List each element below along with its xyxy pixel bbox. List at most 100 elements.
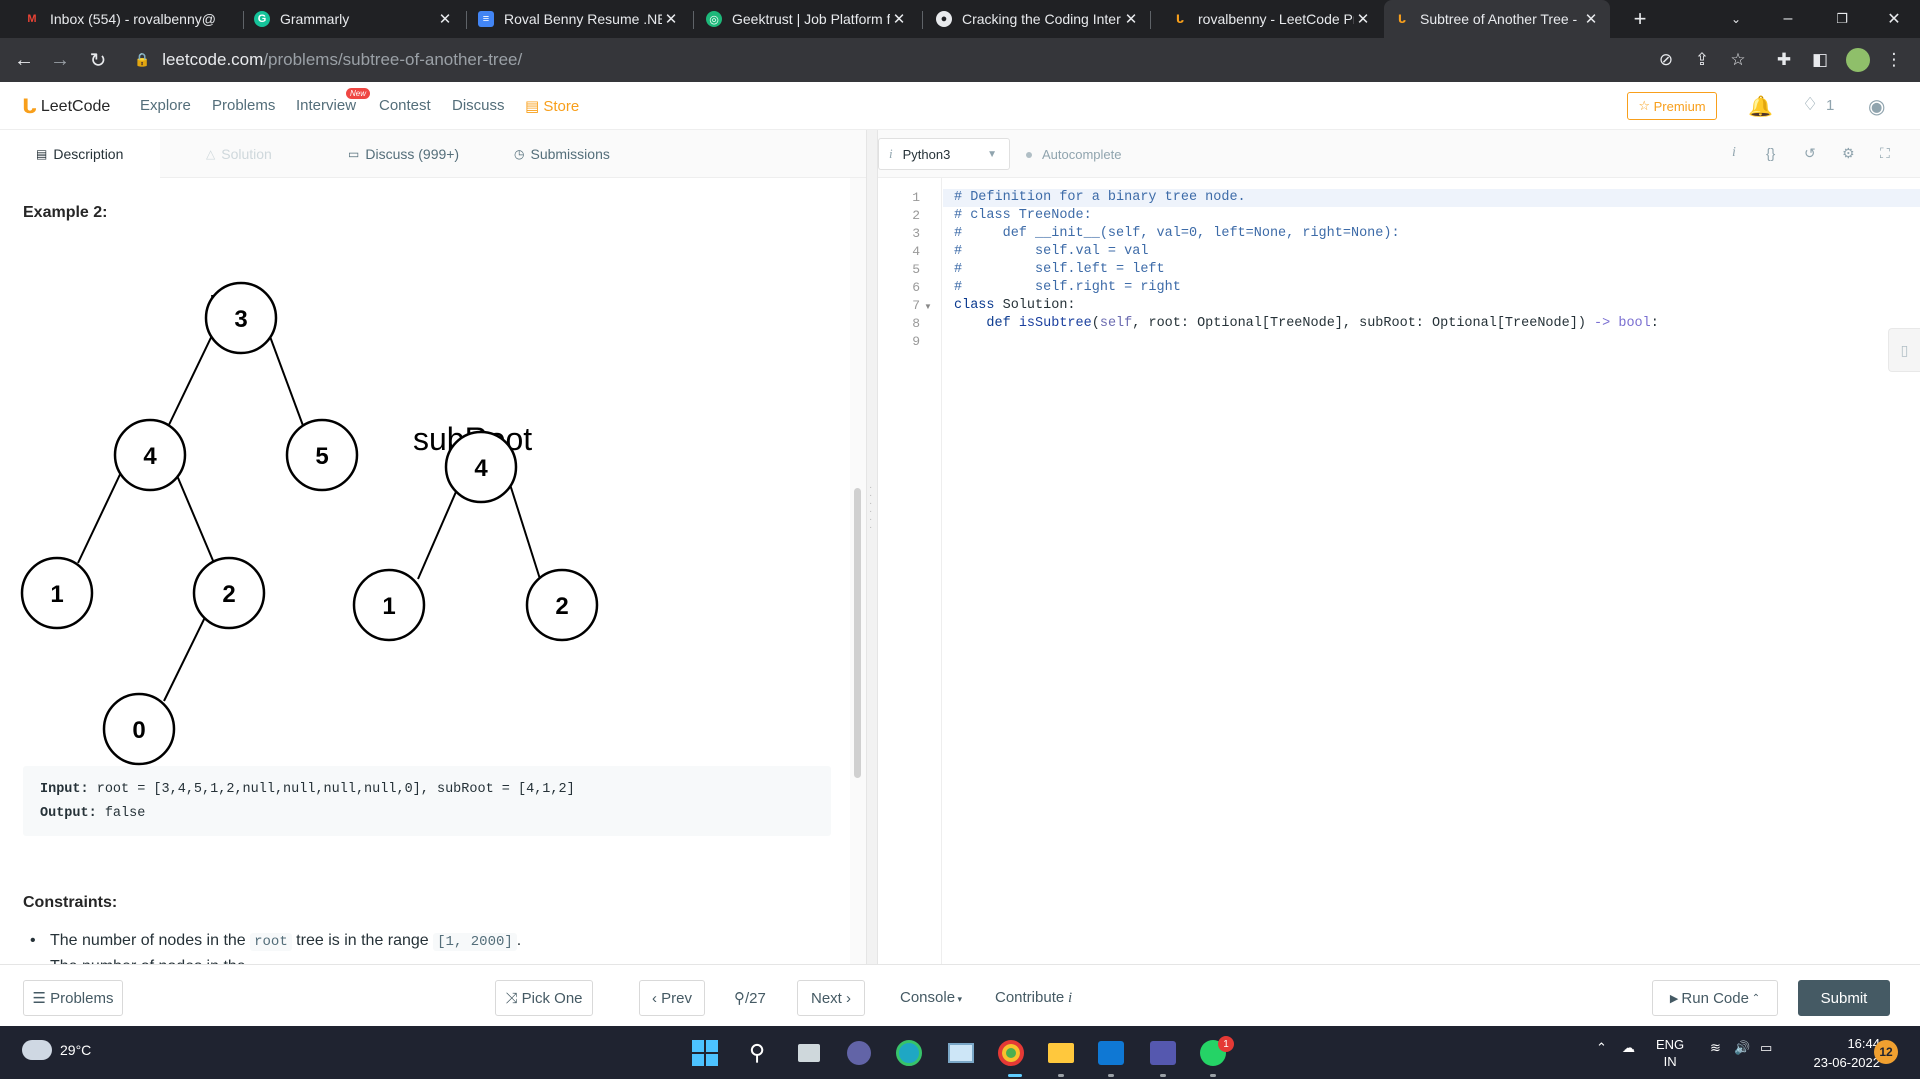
onedrive-cloud-icon[interactable]: ☁ bbox=[1622, 1040, 1635, 1056]
tab-solution[interactable]: △ Solution bbox=[206, 130, 272, 178]
nav-problems[interactable]: Problems bbox=[212, 97, 275, 114]
pane-resize-handle[interactable] bbox=[866, 130, 878, 964]
nav-interview[interactable]: Interview bbox=[296, 97, 356, 114]
close-window-icon[interactable]: ✕ bbox=[1866, 0, 1920, 38]
chevron-right-icon: › bbox=[841, 989, 851, 1007]
node-value: 3 bbox=[234, 306, 247, 333]
eye-off-icon[interactable]: ⊘ bbox=[1654, 48, 1678, 72]
settings-gear-icon[interactable]: ⚙ bbox=[1842, 145, 1855, 162]
teams-chat-icon[interactable] bbox=[844, 1038, 874, 1068]
forward-icon[interactable]: → bbox=[46, 46, 74, 74]
language-select[interactable]: i Python3 ▼ bbox=[878, 138, 1010, 170]
close-tab-icon[interactable]: ✕ bbox=[1122, 10, 1140, 28]
chrome-browser-icon[interactable] bbox=[996, 1038, 1026, 1068]
close-tab-icon[interactable]: ✕ bbox=[1354, 10, 1372, 28]
restore-icon[interactable]: ❐ bbox=[1814, 0, 1870, 38]
tab-grammarly[interactable]: G Grammarly ✕ bbox=[244, 0, 464, 38]
tab-cracking[interactable]: ● Cracking the Coding Inter ✕ bbox=[926, 0, 1150, 38]
notes-side-handle[interactable]: ▯ bbox=[1888, 328, 1920, 372]
info-icon[interactable]: i bbox=[1732, 145, 1736, 161]
system-clock[interactable]: 16:44 23-06-2022 bbox=[1790, 1034, 1881, 1072]
nav-discuss[interactable]: Discuss bbox=[452, 97, 505, 114]
pick-one-button[interactable]: ⤨ Pick One bbox=[495, 980, 593, 1016]
weather-widget[interactable]: 29°C bbox=[22, 1040, 91, 1060]
bookmark-star-icon[interactable]: ☆ bbox=[1726, 48, 1750, 72]
braces-icon[interactable]: {} bbox=[1766, 145, 1775, 161]
tab-leetcode-profile[interactable]: ᒐ rovalbenny - LeetCode Pr ✕ bbox=[1162, 0, 1382, 38]
tab-description[interactable]: ▤ Description bbox=[0, 130, 160, 178]
line-number: 5 bbox=[912, 262, 920, 277]
run-code-button[interactable]: ▶ Run Code ⌃ bbox=[1652, 980, 1778, 1016]
description-icon: ▤ bbox=[36, 147, 48, 161]
constraint-item: The number of nodes in the root tree is … bbox=[30, 932, 521, 951]
show-hidden-icons-icon[interactable]: ⌃ bbox=[1596, 1040, 1607, 1056]
search-icon[interactable]: ⚲ bbox=[742, 1038, 772, 1068]
line-number: 9 bbox=[912, 334, 920, 349]
close-tab-icon[interactable]: ✕ bbox=[1582, 10, 1600, 28]
problems-list-button[interactable]: ☰ Problems bbox=[23, 980, 123, 1016]
task-view-icon[interactable] bbox=[794, 1038, 824, 1068]
wifi-icon[interactable]: ≋ bbox=[1710, 1040, 1721, 1056]
premium-button[interactable]: ☆ Premium bbox=[1627, 92, 1717, 120]
next-button[interactable]: Next › bbox=[797, 980, 865, 1016]
tab-discuss[interactable]: ▭ Discuss (999+) bbox=[348, 130, 459, 178]
tab-title: Grammarly bbox=[280, 11, 350, 27]
bell-icon[interactable]: 🔔 bbox=[1748, 94, 1773, 119]
left-scrollbar-thumb[interactable] bbox=[854, 488, 861, 778]
nav-explore[interactable]: Explore bbox=[140, 97, 191, 114]
menu-kebab-icon[interactable]: ⋮ bbox=[1882, 48, 1906, 72]
input-language[interactable]: ENG IN bbox=[1656, 1036, 1684, 1070]
nav-contest[interactable]: Contest bbox=[379, 97, 431, 114]
notification-count-badge[interactable]: 12 bbox=[1874, 1040, 1898, 1064]
line-number: 6 bbox=[912, 280, 920, 295]
extensions-icon[interactable]: ✚ bbox=[1772, 48, 1796, 72]
leetcode-logo[interactable]: ᒐ LeetCode bbox=[22, 94, 110, 119]
user-avatar-icon[interactable]: ◉ bbox=[1868, 94, 1885, 119]
volume-icon[interactable]: 🔊 bbox=[1734, 1040, 1750, 1056]
tab-gmail[interactable]: M Inbox (554) - rovalbenny@ bbox=[14, 0, 242, 38]
nav-store[interactable]: ▤ Store bbox=[525, 97, 579, 115]
address-bar[interactable]: 🔒 leetcode.com/problems/subtree-of-anoth… bbox=[134, 43, 1834, 77]
submit-button[interactable]: Submit bbox=[1798, 980, 1890, 1016]
page-indicator[interactable]: ⚲/27 bbox=[734, 989, 766, 1007]
windows-start-icon[interactable] bbox=[690, 1038, 720, 1068]
back-icon[interactable]: ← bbox=[10, 46, 38, 74]
photos-icon[interactable] bbox=[946, 1038, 976, 1068]
tab-resume[interactable]: ≡ Roval Benny Resume .NET ✕ bbox=[468, 0, 690, 38]
side-panel-icon[interactable]: ◧ bbox=[1808, 48, 1832, 72]
file-explorer-icon[interactable] bbox=[1046, 1038, 1076, 1068]
reset-icon[interactable]: ↺ bbox=[1804, 145, 1816, 162]
autocomplete-toggle[interactable]: Autocomplete bbox=[1026, 147, 1122, 162]
prev-button[interactable]: ‹ Prev bbox=[639, 980, 705, 1016]
close-tab-icon[interactable]: ✕ bbox=[436, 10, 454, 28]
console-toggle[interactable]: Console ▾ bbox=[900, 989, 962, 1006]
fold-caret-icon[interactable]: ▼ bbox=[924, 302, 932, 311]
reload-icon[interactable]: ↻ bbox=[84, 46, 112, 74]
code-editor[interactable]: 1 2 3 4 5 6 7 ▼ 8 9 # Definition for a b… bbox=[878, 178, 1920, 964]
close-tab-icon[interactable]: ✕ bbox=[890, 10, 908, 28]
node-value: 2 bbox=[222, 581, 235, 608]
teams-icon[interactable] bbox=[1148, 1038, 1178, 1068]
battery-icon[interactable]: ▭ bbox=[1760, 1040, 1772, 1056]
share-icon[interactable]: ⇪ bbox=[1690, 48, 1714, 72]
contribute-link[interactable]: Contribute i bbox=[995, 989, 1072, 1007]
tab-subtree-active[interactable]: ᒐ Subtree of Another Tree - ✕ bbox=[1384, 0, 1610, 38]
new-tab-icon[interactable]: + bbox=[1612, 0, 1668, 38]
leetcode-icon: ᒐ bbox=[1397, 13, 1407, 26]
outlook-icon[interactable] bbox=[1096, 1038, 1126, 1068]
gmail-icon: M bbox=[27, 13, 37, 25]
weather-cloud-icon bbox=[22, 1040, 52, 1060]
bottom-action-bar: ☰ Problems ⤨ Pick One ‹ Prev ⚲/27 Next ›… bbox=[0, 964, 1920, 1026]
editor-gutter: 1 2 3 4 5 6 7 ▼ 8 9 bbox=[878, 178, 942, 964]
fullscreen-icon[interactable]: ⛶ bbox=[1880, 145, 1890, 162]
close-tab-icon[interactable]: ✕ bbox=[662, 10, 680, 28]
logo-text: LeetCode bbox=[40, 97, 111, 115]
whatsapp-unread-badge: 1 bbox=[1218, 1036, 1234, 1052]
edge-browser-icon[interactable] bbox=[894, 1038, 924, 1068]
tab-search-icon[interactable]: ⌄ bbox=[1708, 0, 1764, 38]
tab-submissions[interactable]: ◷ Submissions bbox=[514, 130, 610, 178]
minimize-icon[interactable]: – bbox=[1760, 0, 1816, 38]
streak-flame-icon[interactable]: ♢ bbox=[1802, 94, 1818, 115]
profile-avatar-icon[interactable] bbox=[1846, 48, 1870, 72]
tab-geektrust[interactable]: ◎ Geektrust | Job Platform f ✕ bbox=[696, 0, 918, 38]
